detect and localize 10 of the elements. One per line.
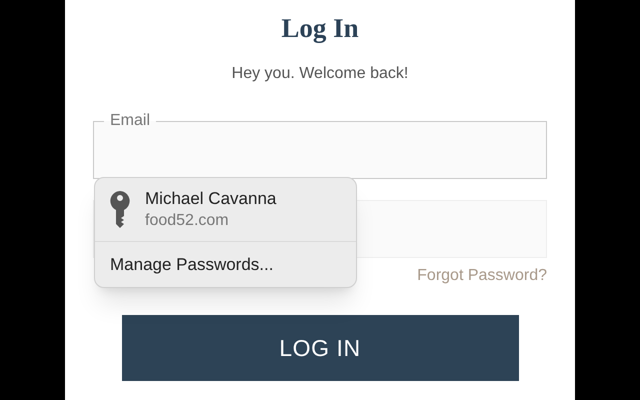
key-icon (109, 190, 131, 228)
welcome-text: Hey you. Welcome back! (232, 64, 408, 84)
email-label: Email (109, 111, 152, 131)
manage-passwords-item[interactable]: Manage Passwords... (95, 242, 356, 287)
page-title: Log In (281, 12, 359, 44)
account-site: food52.com (145, 210, 230, 230)
saved-account-item[interactable]: Michael Cavanna food52.com (95, 178, 356, 242)
account-name: Michael Cavanna (145, 188, 276, 210)
login-button[interactable]: LOG IN (122, 315, 518, 381)
email-field[interactable]: Email (93, 111, 547, 179)
